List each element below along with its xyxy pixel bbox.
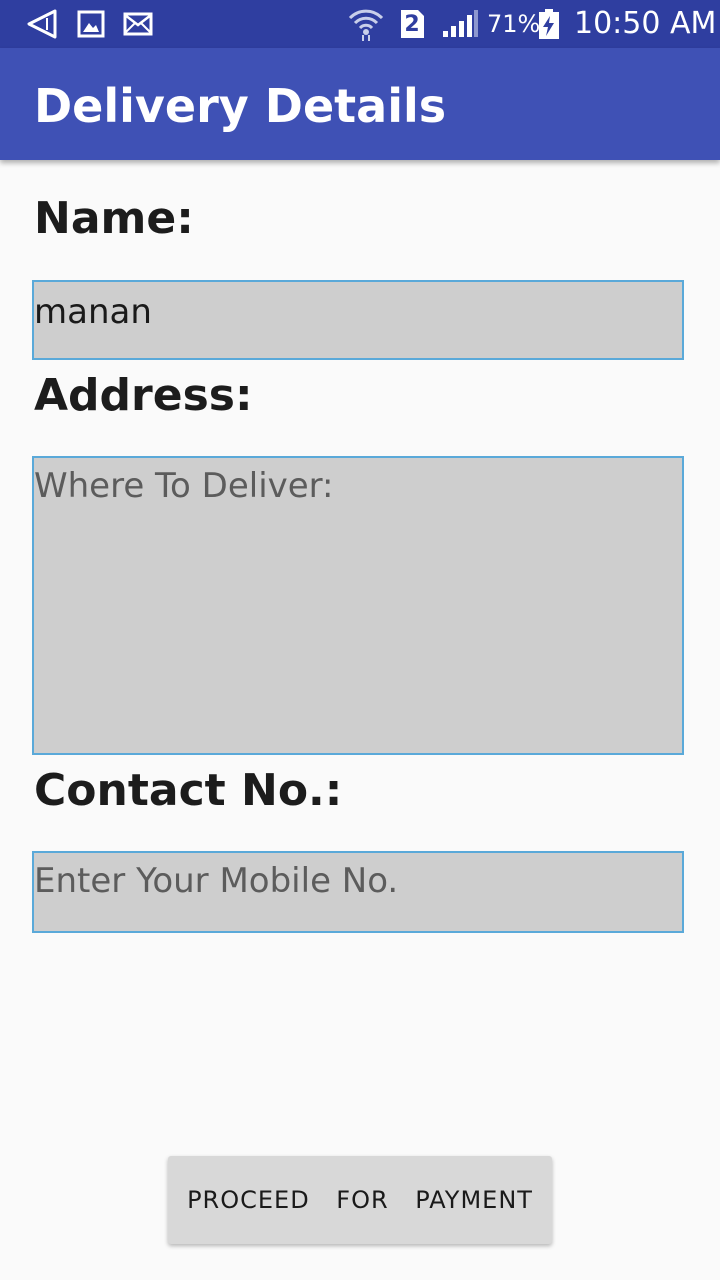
signal-icon bbox=[440, 8, 480, 40]
contact-field[interactable]: Enter Your Mobile No. bbox=[32, 851, 684, 933]
contact-label: Contact No.: bbox=[34, 765, 343, 816]
name-label: Name: bbox=[34, 193, 194, 244]
sim-icon: 2 bbox=[398, 8, 426, 40]
address-field[interactable]: Where To Deliver: bbox=[32, 456, 684, 755]
battery-charging-icon bbox=[536, 8, 562, 40]
proceed-button-label: PROCEED FOR PAYMENT bbox=[187, 1186, 533, 1214]
back-icon bbox=[24, 8, 60, 40]
address-label: Address: bbox=[34, 370, 253, 421]
wifi-icon bbox=[346, 8, 386, 41]
contact-field-placeholder: Enter Your Mobile No. bbox=[34, 861, 399, 901]
gallery-icon bbox=[76, 8, 106, 40]
proceed-for-payment-button[interactable]: PROCEED FOR PAYMENT bbox=[168, 1156, 552, 1244]
status-bar: 2 71% 10:50 AM bbox=[0, 0, 720, 48]
name-field-value: manan bbox=[34, 292, 152, 332]
app-bar: Delivery Details bbox=[0, 48, 720, 160]
mail-icon bbox=[122, 8, 154, 40]
battery-percent: 71% bbox=[487, 10, 541, 38]
name-field[interactable]: manan bbox=[32, 280, 684, 360]
page-title: Delivery Details bbox=[34, 79, 447, 133]
clock: 10:50 AM bbox=[574, 6, 717, 41]
address-field-placeholder: Where To Deliver: bbox=[34, 466, 334, 506]
sim-slot-number: 2 bbox=[404, 12, 420, 37]
